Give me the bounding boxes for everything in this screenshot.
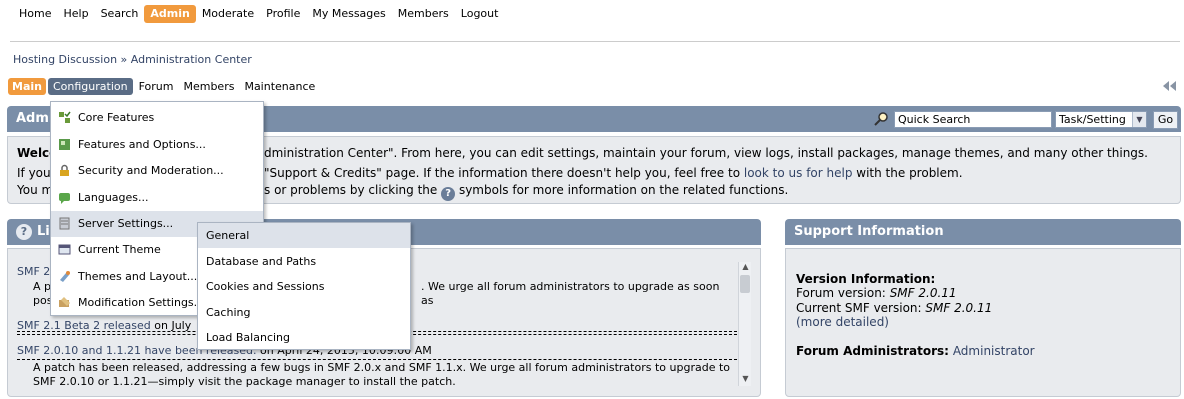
- news-title-link[interactable]: SMF 2.1 Beta 2 released: [17, 319, 151, 332]
- menu-item-label: Languages...: [78, 191, 149, 204]
- menu-item-core-features[interactable]: Core Features: [51, 105, 263, 131]
- languages-icon: [59, 193, 70, 204]
- menu-profile[interactable]: Profile: [260, 5, 306, 23]
- chevron-down-icon: ▼: [1132, 112, 1146, 127]
- tab-members[interactable]: Members: [179, 78, 238, 95]
- help-icon: ?: [441, 187, 456, 201]
- menu-members[interactable]: Members: [392, 5, 455, 23]
- tab-forum[interactable]: Forum: [135, 78, 178, 95]
- welcome-line-2-start: If you: [17, 166, 51, 180]
- tab-configuration[interactable]: Configuration: [47, 78, 133, 95]
- submenu-item-label: Caching: [206, 306, 251, 319]
- administrator-link[interactable]: Administrator: [953, 344, 1035, 358]
- support-info-panel: Version Information: Forum version: SMF …: [785, 248, 1181, 397]
- submenu-item-caching[interactable]: Caching: [198, 300, 410, 325]
- menu-item-label: Themes and Layout...: [78, 270, 198, 283]
- forum-version-value: SMF 2.0.11: [889, 286, 957, 300]
- menu-search[interactable]: Search: [95, 5, 145, 23]
- breadcrumb[interactable]: Hosting Discussion » Administration Cent…: [13, 53, 252, 66]
- menu-help[interactable]: Help: [57, 5, 94, 23]
- current-version-label: Current SMF version:: [796, 301, 922, 315]
- server-settings-submenu: General Database and Paths Cookies and S…: [197, 222, 411, 350]
- news-scrollbar[interactable]: ▲ ▼: [738, 262, 751, 386]
- welcome-line-3-end: symbols for more information on the rela…: [458, 183, 789, 197]
- menu-moderate[interactable]: Moderate: [196, 5, 260, 23]
- menu-item-security-moderation[interactable]: Security and Moderation...: [51, 158, 263, 184]
- support-info-title: Support Information: [794, 224, 944, 239]
- help-icon[interactable]: ?: [16, 224, 32, 240]
- submenu-item-label: Database and Paths: [206, 255, 317, 268]
- menu-item-languages[interactable]: Languages...: [51, 185, 263, 211]
- go-button[interactable]: Go: [1153, 111, 1178, 129]
- welcome-line-3: s or problems by clicking the: [264, 183, 438, 197]
- menu-item-label: Current Theme: [78, 243, 161, 256]
- top-menu: Home Help Search Admin Moderate Profile …: [13, 5, 504, 23]
- version-info-heading: Version Information:: [796, 272, 936, 286]
- modification-settings-icon: [59, 297, 70, 307]
- quick-search-input[interactable]: [894, 111, 1052, 128]
- current-version-value: SMF 2.0.11: [925, 301, 993, 315]
- news-date: on July: [154, 319, 192, 332]
- menu-admin[interactable]: Admin: [144, 5, 196, 23]
- menu-home[interactable]: Home: [13, 5, 57, 23]
- submenu-item-general[interactable]: General: [198, 223, 410, 248]
- tab-maintenance[interactable]: Maintenance: [240, 78, 319, 95]
- menu-item-label: Security and Moderation...: [78, 164, 224, 177]
- support-info-header: Support Information: [785, 219, 1181, 245]
- features-options-icon: [59, 139, 70, 150]
- themes-layout-icon: [60, 271, 70, 282]
- top-divider: [10, 41, 1180, 42]
- submenu-item-label: Load Balancing: [206, 331, 290, 344]
- core-features-icon: [59, 111, 71, 123]
- welcome-line-2-end: with the problem.: [856, 166, 963, 180]
- menu-item-label: Modification Settings...: [78, 296, 205, 309]
- menu-logout[interactable]: Logout: [455, 5, 505, 23]
- look-for-help-link[interactable]: look to us for help: [744, 166, 853, 180]
- welcome-line-1: dministration Center". From here, you ca…: [264, 146, 1148, 160]
- submenu-item-database-paths[interactable]: Database and Paths: [198, 249, 410, 274]
- submenu-item-load-balancing[interactable]: Load Balancing: [198, 325, 410, 350]
- search-icon: [874, 112, 888, 126]
- admin-tabs: Main Configuration Forum Members Mainten…: [8, 78, 321, 95]
- menu-item-label: Features and Options...: [78, 138, 206, 151]
- submenu-item-label: General: [206, 229, 250, 242]
- scroll-down-icon[interactable]: ▼: [739, 374, 752, 386]
- menu-item-label: Core Features: [78, 111, 155, 124]
- task-setting-select[interactable]: Task/Setting ▼: [1055, 111, 1147, 128]
- news-item: SMF 2.0.10 and 1.1.21 have been released…: [17, 344, 742, 394]
- current-theme-icon: [58, 244, 71, 255]
- news-body-b: . We urge all forum administrators to up…: [421, 280, 720, 307]
- welcome-line-2: "Support & Credits" page. If the informa…: [264, 166, 741, 180]
- submenu-item-cookies-sessions[interactable]: Cookies and Sessions: [198, 274, 410, 299]
- more-detailed-link[interactable]: (more detailed): [796, 315, 889, 329]
- forum-version-label: Forum version:: [796, 286, 886, 300]
- menu-my-messages[interactable]: My Messages: [306, 5, 391, 23]
- scroll-thumb[interactable]: [740, 275, 750, 293]
- collapse-arrows-icon[interactable]: [1162, 79, 1178, 93]
- task-setting-value: Task/Setting: [1059, 113, 1126, 126]
- news-body: A patch has been released, addressing a …: [33, 361, 730, 388]
- news-title-link[interactable]: SMF 2: [17, 265, 50, 278]
- welcome-line-3-start: You m: [17, 183, 54, 197]
- tab-main[interactable]: Main: [8, 78, 46, 95]
- security-lock-icon: [60, 164, 69, 176]
- menu-item-features-options[interactable]: Features and Options...: [51, 132, 263, 158]
- server-settings-icon: [59, 217, 70, 230]
- submenu-item-label: Cookies and Sessions: [206, 280, 325, 293]
- forum-admins-label: Forum Administrators:: [796, 344, 949, 358]
- scroll-up-icon[interactable]: ▲: [739, 262, 752, 274]
- menu-item-label: Server Settings...: [78, 217, 174, 230]
